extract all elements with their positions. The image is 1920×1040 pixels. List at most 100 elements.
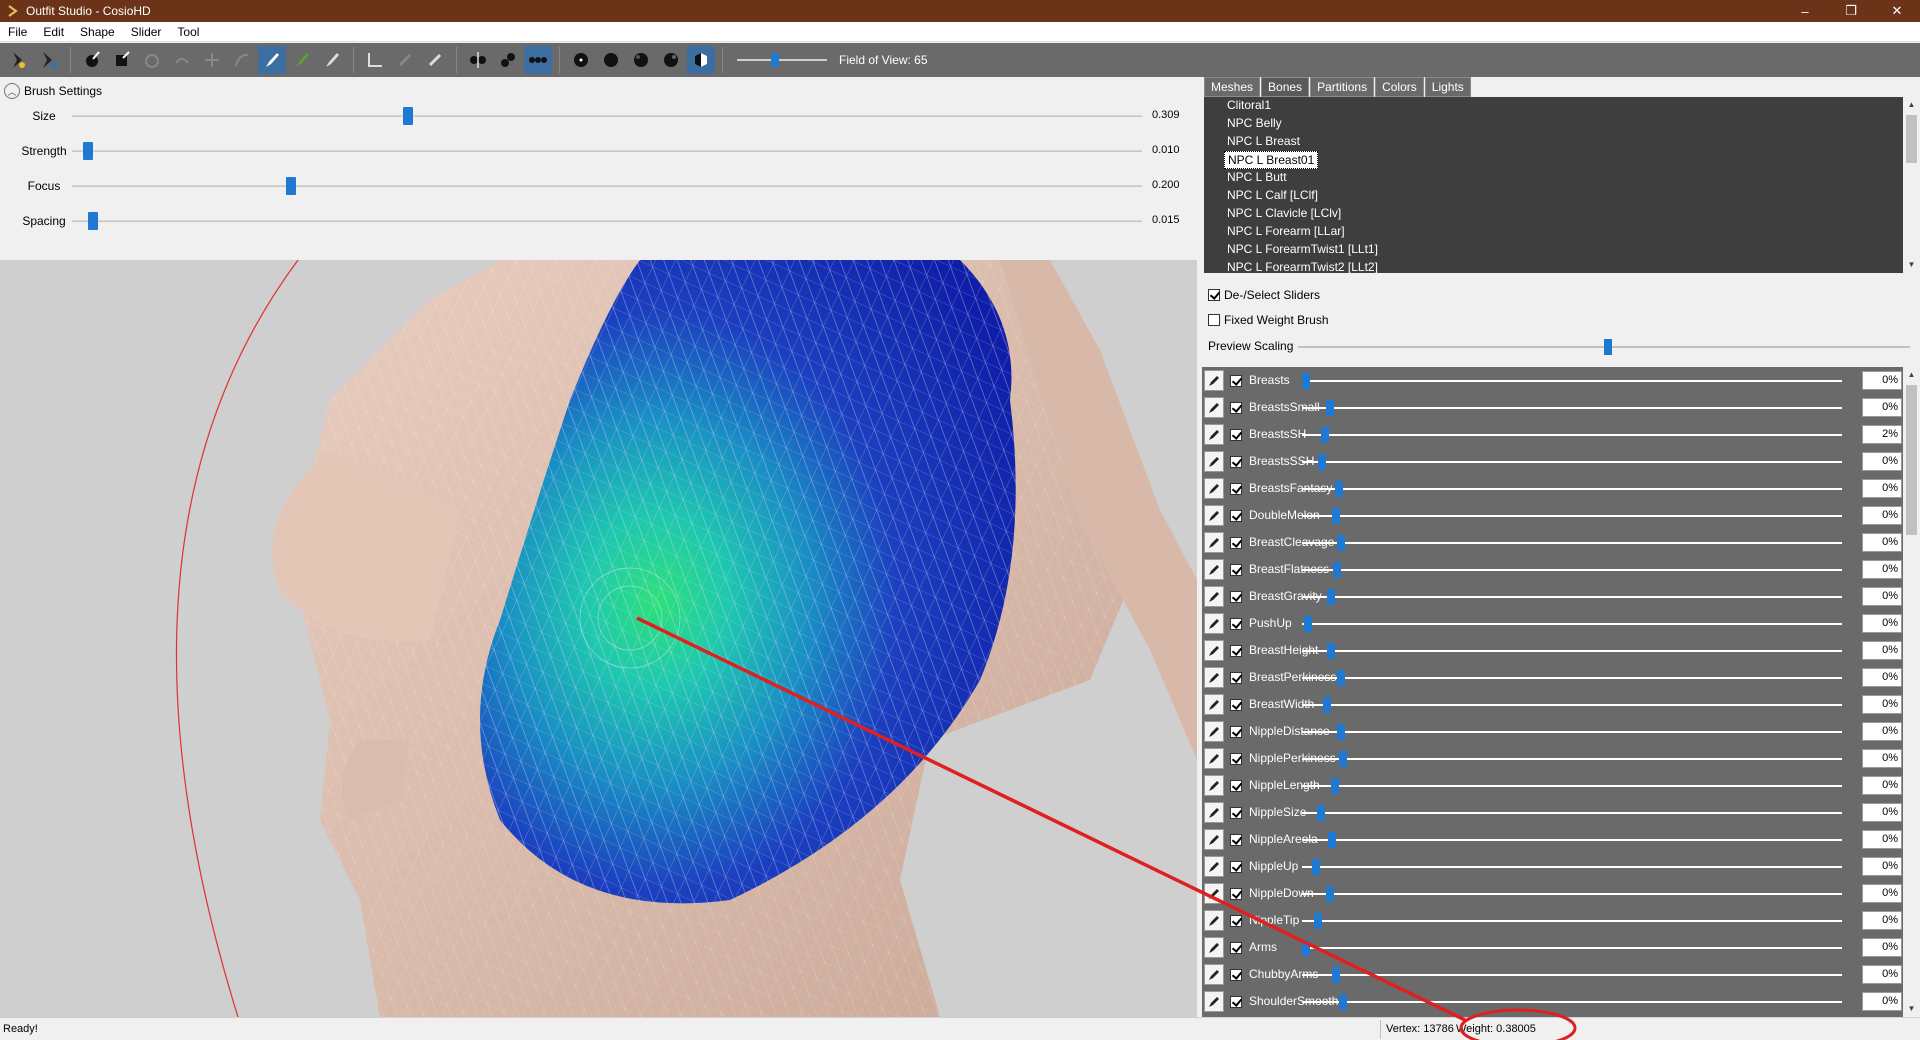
slider-thumb[interactable] bbox=[1322, 697, 1331, 713]
slider-percent-field[interactable]: 0% bbox=[1862, 911, 1902, 930]
bone-item[interactable]: NPC Belly bbox=[1224, 115, 1285, 133]
slider-percent-field[interactable]: 0% bbox=[1862, 560, 1902, 579]
slider-percent-field[interactable]: 0% bbox=[1862, 965, 1902, 984]
bone-list[interactable]: Clitoral1 NPC Belly NPC L Breast NPC L B… bbox=[1204, 97, 1920, 273]
preview-scaling-thumb[interactable] bbox=[1604, 339, 1612, 355]
slider-track[interactable] bbox=[1302, 731, 1842, 733]
slider-edit-brush-button[interactable] bbox=[1204, 478, 1224, 499]
scroll-thumb[interactable] bbox=[1906, 115, 1917, 163]
slider-checkbox[interactable] bbox=[1230, 969, 1242, 981]
slider-thumb[interactable] bbox=[1335, 481, 1344, 497]
tab-bones[interactable]: Bones bbox=[1261, 77, 1310, 97]
pivot-button[interactable] bbox=[391, 46, 419, 74]
slider-percent-field[interactable]: 0% bbox=[1862, 938, 1902, 957]
brush-focus-thumb[interactable] bbox=[286, 177, 296, 195]
slider-percent-field[interactable]: 0% bbox=[1862, 614, 1902, 633]
color-brush-button[interactable] bbox=[288, 46, 316, 74]
slider-thumb[interactable] bbox=[1339, 751, 1348, 767]
slider-track[interactable] bbox=[1302, 947, 1842, 949]
bone-item[interactable]: Clitoral1 bbox=[1224, 97, 1274, 115]
save-project-button[interactable] bbox=[35, 46, 63, 74]
bone-item[interactable]: NPC L Butt bbox=[1224, 169, 1290, 187]
scroll-up-icon[interactable]: ▲ bbox=[1903, 97, 1920, 113]
wireframe-button[interactable] bbox=[597, 46, 625, 74]
slider-edit-brush-button[interactable] bbox=[1204, 856, 1224, 877]
slider-edit-brush-button[interactable] bbox=[1204, 667, 1224, 688]
brush-size-thumb[interactable] bbox=[402, 107, 413, 125]
3d-viewport[interactable] bbox=[0, 260, 1197, 1017]
tab-colors[interactable]: Colors bbox=[1375, 77, 1424, 97]
slider-edit-brush-button[interactable] bbox=[1204, 748, 1224, 769]
tab-meshes[interactable]: Meshes bbox=[1204, 77, 1261, 97]
slider-track[interactable] bbox=[1302, 542, 1842, 544]
slider-thumb[interactable] bbox=[1328, 832, 1337, 848]
slider-thumb[interactable] bbox=[1337, 535, 1346, 551]
slider-percent-field[interactable]: 2% bbox=[1862, 425, 1902, 444]
menu-tool[interactable]: Tool bbox=[169, 25, 207, 39]
slider-percent-field[interactable]: 0% bbox=[1862, 830, 1902, 849]
bone-item[interactable]: NPC L ForearmTwist2 [LLt2] bbox=[1224, 259, 1381, 273]
slider-edit-brush-button[interactable] bbox=[1204, 640, 1224, 661]
menu-slider[interactable]: Slider bbox=[123, 25, 170, 39]
slider-checkbox[interactable] bbox=[1230, 942, 1242, 954]
slider-track[interactable] bbox=[1302, 920, 1842, 922]
slider-thumb[interactable] bbox=[1331, 967, 1340, 983]
slider-thumb[interactable] bbox=[1302, 940, 1310, 956]
slider-edit-brush-button[interactable] bbox=[1204, 613, 1224, 634]
load-project-button[interactable] bbox=[5, 46, 33, 74]
slider-checkbox[interactable] bbox=[1230, 375, 1242, 387]
slider-track[interactable] bbox=[1302, 704, 1842, 706]
weight-paint-button[interactable] bbox=[258, 46, 286, 74]
slider-checkbox[interactable] bbox=[1230, 726, 1242, 738]
scroll-up-icon[interactable]: ▲ bbox=[1903, 367, 1920, 383]
slider-edit-brush-button[interactable] bbox=[1204, 883, 1224, 904]
bone-list-scrollbar[interactable]: ▲ ▼ bbox=[1903, 97, 1920, 273]
maximize-button[interactable]: ❐ bbox=[1828, 0, 1874, 22]
brush-strength-track[interactable] bbox=[72, 150, 1142, 152]
slider-checkbox[interactable] bbox=[1230, 888, 1242, 900]
slider-edit-brush-button[interactable] bbox=[1204, 694, 1224, 715]
alpha-brush-button[interactable] bbox=[318, 46, 346, 74]
slider-track[interactable] bbox=[1302, 461, 1842, 463]
brush-size-track[interactable] bbox=[72, 115, 1142, 117]
mask-brush-button[interactable] bbox=[108, 46, 136, 74]
close-button[interactable]: ✕ bbox=[1874, 0, 1920, 22]
mesh-render[interactable] bbox=[0, 260, 1197, 1017]
slider-track[interactable] bbox=[1302, 893, 1842, 895]
menu-edit[interactable]: Edit bbox=[35, 25, 72, 39]
slider-percent-field[interactable]: 0% bbox=[1862, 479, 1902, 498]
slider-percent-field[interactable]: 0% bbox=[1862, 506, 1902, 525]
slider-thumb[interactable] bbox=[1327, 589, 1336, 605]
show-vertices-button[interactable] bbox=[567, 46, 595, 74]
slider-thumb[interactable] bbox=[1331, 508, 1340, 524]
fixed-weight-brush-checkbox[interactable] bbox=[1208, 314, 1220, 326]
slider-edit-brush-button[interactable] bbox=[1204, 937, 1224, 958]
slider-thumb[interactable] bbox=[1313, 913, 1322, 929]
slider-checkbox[interactable] bbox=[1230, 807, 1242, 819]
brush-settings-header[interactable]: ︿ Brush Settings bbox=[4, 83, 102, 99]
transform-button[interactable] bbox=[361, 46, 389, 74]
slider-percent-field[interactable]: 0% bbox=[1862, 722, 1902, 741]
slider-percent-field[interactable]: 0% bbox=[1862, 992, 1902, 1011]
slider-thumb[interactable] bbox=[1318, 454, 1327, 470]
bone-item[interactable]: NPC L Calf [LClf] bbox=[1224, 187, 1321, 205]
slider-track[interactable] bbox=[1302, 515, 1842, 517]
slider-checkbox[interactable] bbox=[1230, 996, 1242, 1008]
scroll-down-icon[interactable]: ▼ bbox=[1903, 1001, 1920, 1017]
bone-item[interactable]: NPC L ForearmTwist1 [LLt1] bbox=[1224, 241, 1381, 259]
slider-track[interactable] bbox=[1302, 785, 1842, 787]
slider-track[interactable] bbox=[1302, 839, 1842, 841]
slider-percent-field[interactable]: 0% bbox=[1862, 371, 1902, 390]
slider-checkbox[interactable] bbox=[1230, 915, 1242, 927]
slider-percent-field[interactable]: 0% bbox=[1862, 398, 1902, 417]
slider-edit-brush-button[interactable] bbox=[1204, 505, 1224, 526]
slider-list-scrollbar[interactable]: ▲ ▼ bbox=[1903, 367, 1920, 1017]
slider-percent-field[interactable]: 0% bbox=[1862, 641, 1902, 660]
slider-checkbox[interactable] bbox=[1230, 483, 1242, 495]
slider-checkbox[interactable] bbox=[1230, 402, 1242, 414]
slider-percent-field[interactable]: 0% bbox=[1862, 776, 1902, 795]
slider-thumb[interactable] bbox=[1337, 670, 1346, 686]
slider-track[interactable] bbox=[1302, 758, 1842, 760]
slider-edit-brush-button[interactable] bbox=[1204, 451, 1224, 472]
smooth-brush-button[interactable] bbox=[228, 46, 256, 74]
